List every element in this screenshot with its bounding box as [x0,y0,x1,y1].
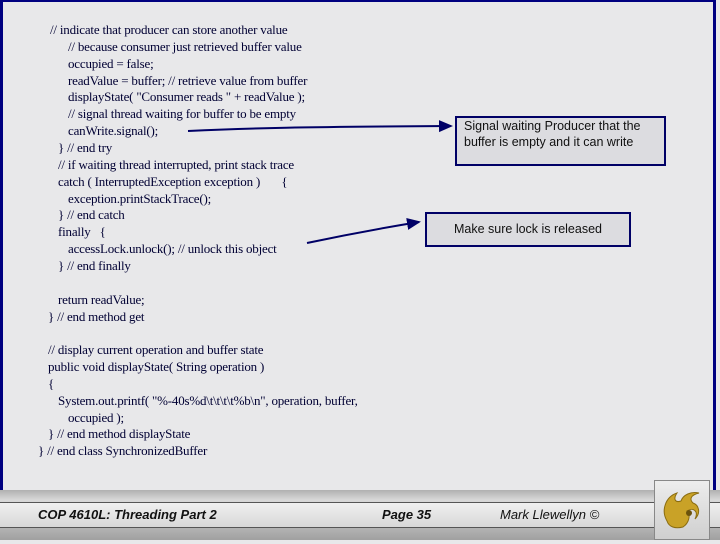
callout-signal-text: Signal waiting Producer that the buffer … [464,119,641,149]
callout-arrows [187,120,453,244]
arrow-signal [187,120,453,133]
callout-signal: Signal waiting Producer that the buffer … [455,116,666,166]
arrow-lock [306,218,421,244]
footer-course: COP 4610L: Threading Part 2 [38,507,217,522]
pegasus-icon [663,492,700,529]
footer-page: Page 35 [382,507,432,522]
footer: COP 4610L: Threading Part 2 Page 35 Mark… [0,490,720,540]
ucf-pegasus-logo [654,480,710,540]
callout-lock-text: Make sure lock is released [454,222,602,236]
footer-author: Mark Llewellyn © [500,507,600,522]
callout-lock: Make sure lock is released [425,212,631,247]
